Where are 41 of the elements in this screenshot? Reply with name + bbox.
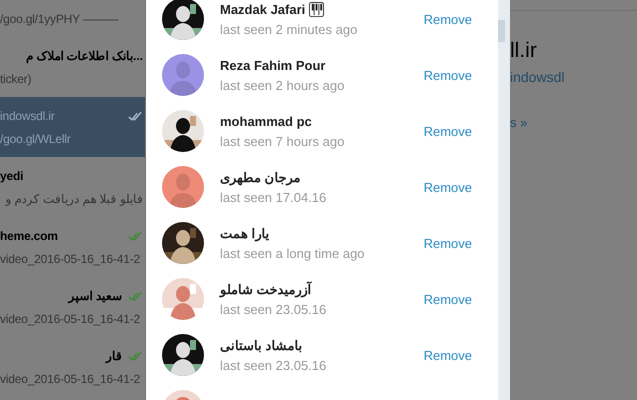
message-preview: /goo.gl/1yyPHY ———	[0, 12, 120, 26]
remove-button[interactable]: Remove	[424, 290, 472, 308]
last-seen-status: last seen 2 minutes ago	[220, 22, 358, 36]
remove-button[interactable]: Remove	[424, 234, 472, 252]
chat-title: سعید اسپر	[66, 288, 122, 302]
page-heading: ll.ir	[510, 39, 537, 63]
last-seen-status: last seen 23.05.16	[220, 358, 328, 372]
message-preview: video_2016-05-16_16-41-2	[0, 312, 141, 326]
message-preview: video_2016-05-16_16-41-2	[0, 252, 141, 266]
remove-button[interactable]: Remove	[424, 346, 472, 364]
chat-title: yedi	[0, 168, 24, 182]
chat-item[interactable]: indowsdl.ir /goo.gl/WLellr	[0, 97, 145, 157]
remove-button[interactable]: Remove	[424, 66, 472, 84]
chat-title: قار	[104, 348, 122, 362]
remove-button[interactable]: Remove	[424, 178, 472, 196]
member-name: آزرمیدخت شاملو	[220, 282, 312, 296]
chat-item[interactable]: heme.com video_2016-05-16_16-41-2	[0, 217, 145, 277]
member-name: Mazdak Jafari	[220, 2, 306, 16]
message-preview: ticker)	[0, 72, 32, 86]
last-seen-status: last seen 2 hours ago	[220, 78, 346, 92]
chat-title: heme.com	[0, 228, 59, 242]
last-seen-status: last seen a long time ago	[220, 246, 366, 260]
more-link[interactable]: s »	[510, 115, 528, 130]
member-name: Reza Fahim Pour	[220, 58, 326, 72]
page-link[interactable]: indowsdl	[510, 69, 564, 85]
remove-button[interactable]: Remove	[424, 10, 472, 28]
scrollbar[interactable]	[498, 0, 510, 400]
remove-button[interactable]: Remove	[424, 122, 472, 140]
message-preview: video_2016-05-16_16-41-2	[0, 372, 141, 386]
chat-item[interactable]: /goo.gl/1yyPHY ———	[0, 0, 145, 37]
member-name: یارا همت	[220, 226, 270, 240]
chat-title: indowsdl.ir	[0, 108, 56, 122]
member-name: mohammad pc	[220, 114, 312, 128]
last-seen-status: last seen 17.04.16	[220, 190, 328, 204]
chat-title: ...بانک اطلاعات املاک م	[24, 48, 143, 62]
member-name: مرجان مطهری	[220, 170, 301, 184]
last-seen-status: last seen 7 hours ago	[220, 134, 346, 148]
member-name: بامشاد باستانی	[220, 338, 303, 352]
message-preview: فایلو قبلا هم دریافت کردم و	[4, 192, 143, 206]
last-seen-status: last seen 23.05.16	[220, 302, 328, 316]
message-preview: /goo.gl/WLellr	[0, 132, 72, 146]
